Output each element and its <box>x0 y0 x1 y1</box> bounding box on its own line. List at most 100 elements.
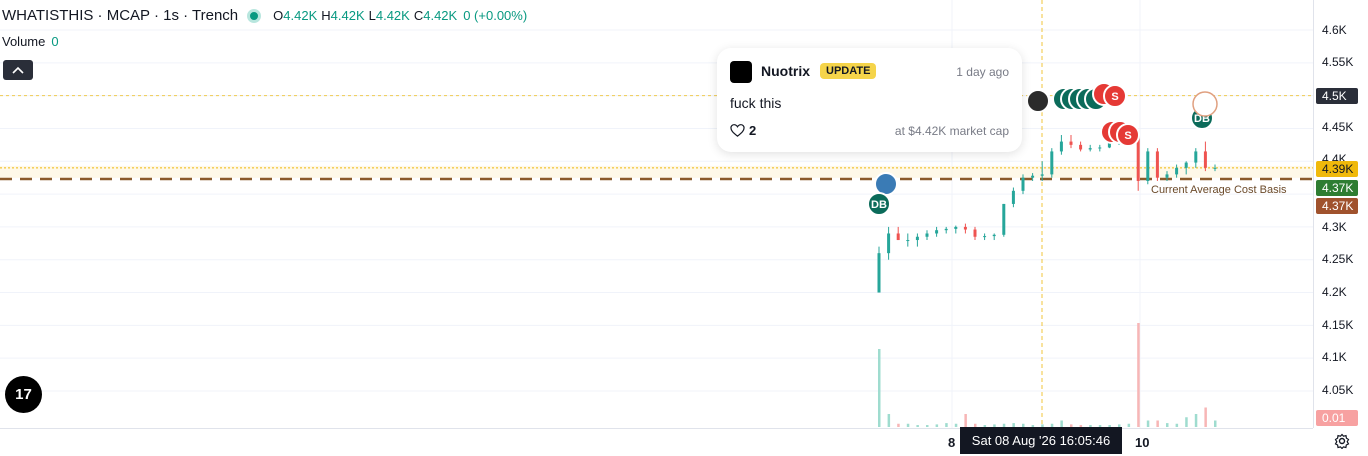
volume-last-badge: 0.01 <box>1316 410 1358 426</box>
candle-body <box>896 233 900 241</box>
candle-body <box>1079 144 1083 150</box>
trade-comment-tooltip[interactable]: Nuotrix UPDATE 1 day ago fuck this 2 at … <box>717 48 1022 152</box>
candle-body <box>1040 174 1044 176</box>
x-tick: 10 <box>1135 435 1150 450</box>
candle-body <box>915 236 919 241</box>
candle-body <box>1059 141 1063 152</box>
close-label: C <box>413 8 424 23</box>
candle-body <box>1069 141 1073 145</box>
avg-cost-basis-label: Current Average Cost Basis <box>1151 184 1287 196</box>
market-status-icon <box>247 8 262 23</box>
comment-market-cap: at $4.42K market cap <box>894 124 1009 138</box>
volume-bar <box>916 425 919 427</box>
volume-bar <box>1146 420 1150 427</box>
open-value: 4.42K <box>283 8 318 23</box>
candle-body <box>963 226 967 230</box>
candle-body <box>983 236 987 238</box>
comment-message: fuck this <box>730 95 782 111</box>
y-tick: 4.55K <box>1322 55 1354 69</box>
sell-marker-text: S <box>1124 130 1131 142</box>
user-avatar-marker <box>874 172 898 196</box>
candle-body <box>906 240 910 242</box>
symbol-title[interactable]: WHATISTHIS · MCAP · 1s · Trench <box>2 7 238 24</box>
volume-bar <box>1137 323 1140 427</box>
candle-body <box>1002 203 1006 235</box>
volume-bar <box>935 424 939 427</box>
y-tick: 4.25K <box>1322 252 1354 266</box>
chart-grid <box>0 0 1313 428</box>
y-tick: 4.05K <box>1322 383 1354 397</box>
volume-bar <box>1204 407 1207 427</box>
candle-body <box>1031 175 1035 178</box>
candle-body <box>992 234 996 237</box>
pending-order-marker <box>1192 91 1218 117</box>
low-label: L <box>368 8 376 23</box>
volume-bar <box>1156 420 1159 427</box>
candle-body <box>1021 177 1025 191</box>
heart-icon[interactable] <box>730 123 745 138</box>
candle-body <box>1155 151 1159 178</box>
candle-body <box>1098 147 1102 149</box>
collapse-legend-button[interactable] <box>3 60 33 80</box>
candle-body <box>1184 162 1188 168</box>
volume-bar <box>945 423 948 427</box>
volume-bar <box>887 414 891 427</box>
user-avatar <box>730 61 752 83</box>
settings-gear-icon[interactable] <box>1334 433 1350 449</box>
change-value: 0 (+0.00%) <box>463 8 528 23</box>
candle-body <box>1203 151 1207 168</box>
volume-bar <box>926 425 929 427</box>
volume-bar <box>1175 423 1179 427</box>
y-tick: 4.2K <box>1322 285 1347 299</box>
candle-body <box>1165 174 1169 178</box>
comment-marker <box>1026 89 1050 113</box>
volume-bar <box>1185 417 1188 427</box>
candle-body <box>935 230 939 234</box>
candle-body <box>1213 167 1217 169</box>
x-tick: 8 <box>948 435 956 450</box>
volume-bar <box>878 349 881 427</box>
candle-body <box>887 233 891 254</box>
candle-body <box>944 228 948 231</box>
volume-bars <box>878 323 1217 427</box>
sell-marker-text: S <box>1111 91 1118 103</box>
candle-body <box>1011 190 1015 204</box>
volume-bar <box>1127 423 1131 427</box>
close-value: 4.42K <box>423 8 458 23</box>
y-tick: 4.1K <box>1322 350 1347 364</box>
crosshair-time-label: Sat 08 Aug '26 16:05:46 <box>960 427 1122 454</box>
candle-body <box>954 226 958 229</box>
y-tick: 4.45K <box>1322 120 1354 134</box>
avg-cost-badge-2: 4.37K <box>1316 198 1358 214</box>
low-value: 4.42K <box>375 8 410 23</box>
high-value: 4.42K <box>330 8 365 23</box>
candle-body <box>925 233 929 237</box>
candle-body <box>1146 151 1150 181</box>
candle-body <box>877 253 881 293</box>
volume-bar <box>1166 423 1169 427</box>
y-tick: 4.3K <box>1322 220 1347 234</box>
volume-bar <box>964 414 967 427</box>
open-label: O <box>273 8 284 23</box>
y-tick: 4.15K <box>1322 318 1354 332</box>
price-chart[interactable]: DBSSDB <box>0 0 1313 428</box>
price-axis[interactable]: 4.6K 4.55K 4.45K 4.4K 4.3K 4.25K 4.2K 4.… <box>1313 0 1368 428</box>
candle-body <box>1088 148 1092 150</box>
reference-lines <box>0 0 1313 428</box>
symbol-legend: WHATISTHIS · MCAP · 1s · Trench O 4.42K H… <box>2 7 527 24</box>
volume-label: Volume <box>2 34 46 49</box>
candle-body <box>1050 151 1054 175</box>
volume-bar <box>954 423 958 427</box>
volume-value: 0 <box>51 34 59 49</box>
high-label: H <box>321 8 331 23</box>
comment-username[interactable]: Nuotrix <box>761 63 810 79</box>
tradingview-logo[interactable]: 17 <box>5 376 42 413</box>
volume-legend: Volume 0 <box>2 34 59 49</box>
update-badge: UPDATE <box>820 63 877 79</box>
volume-bar <box>1214 420 1217 427</box>
comment-time: 1 day ago <box>956 65 1009 79</box>
buy-marker-text: DB <box>871 199 887 211</box>
high-line-badge: 4.5K <box>1316 88 1358 104</box>
chevron-up-icon <box>12 66 24 74</box>
volume-bar <box>1194 414 1198 427</box>
